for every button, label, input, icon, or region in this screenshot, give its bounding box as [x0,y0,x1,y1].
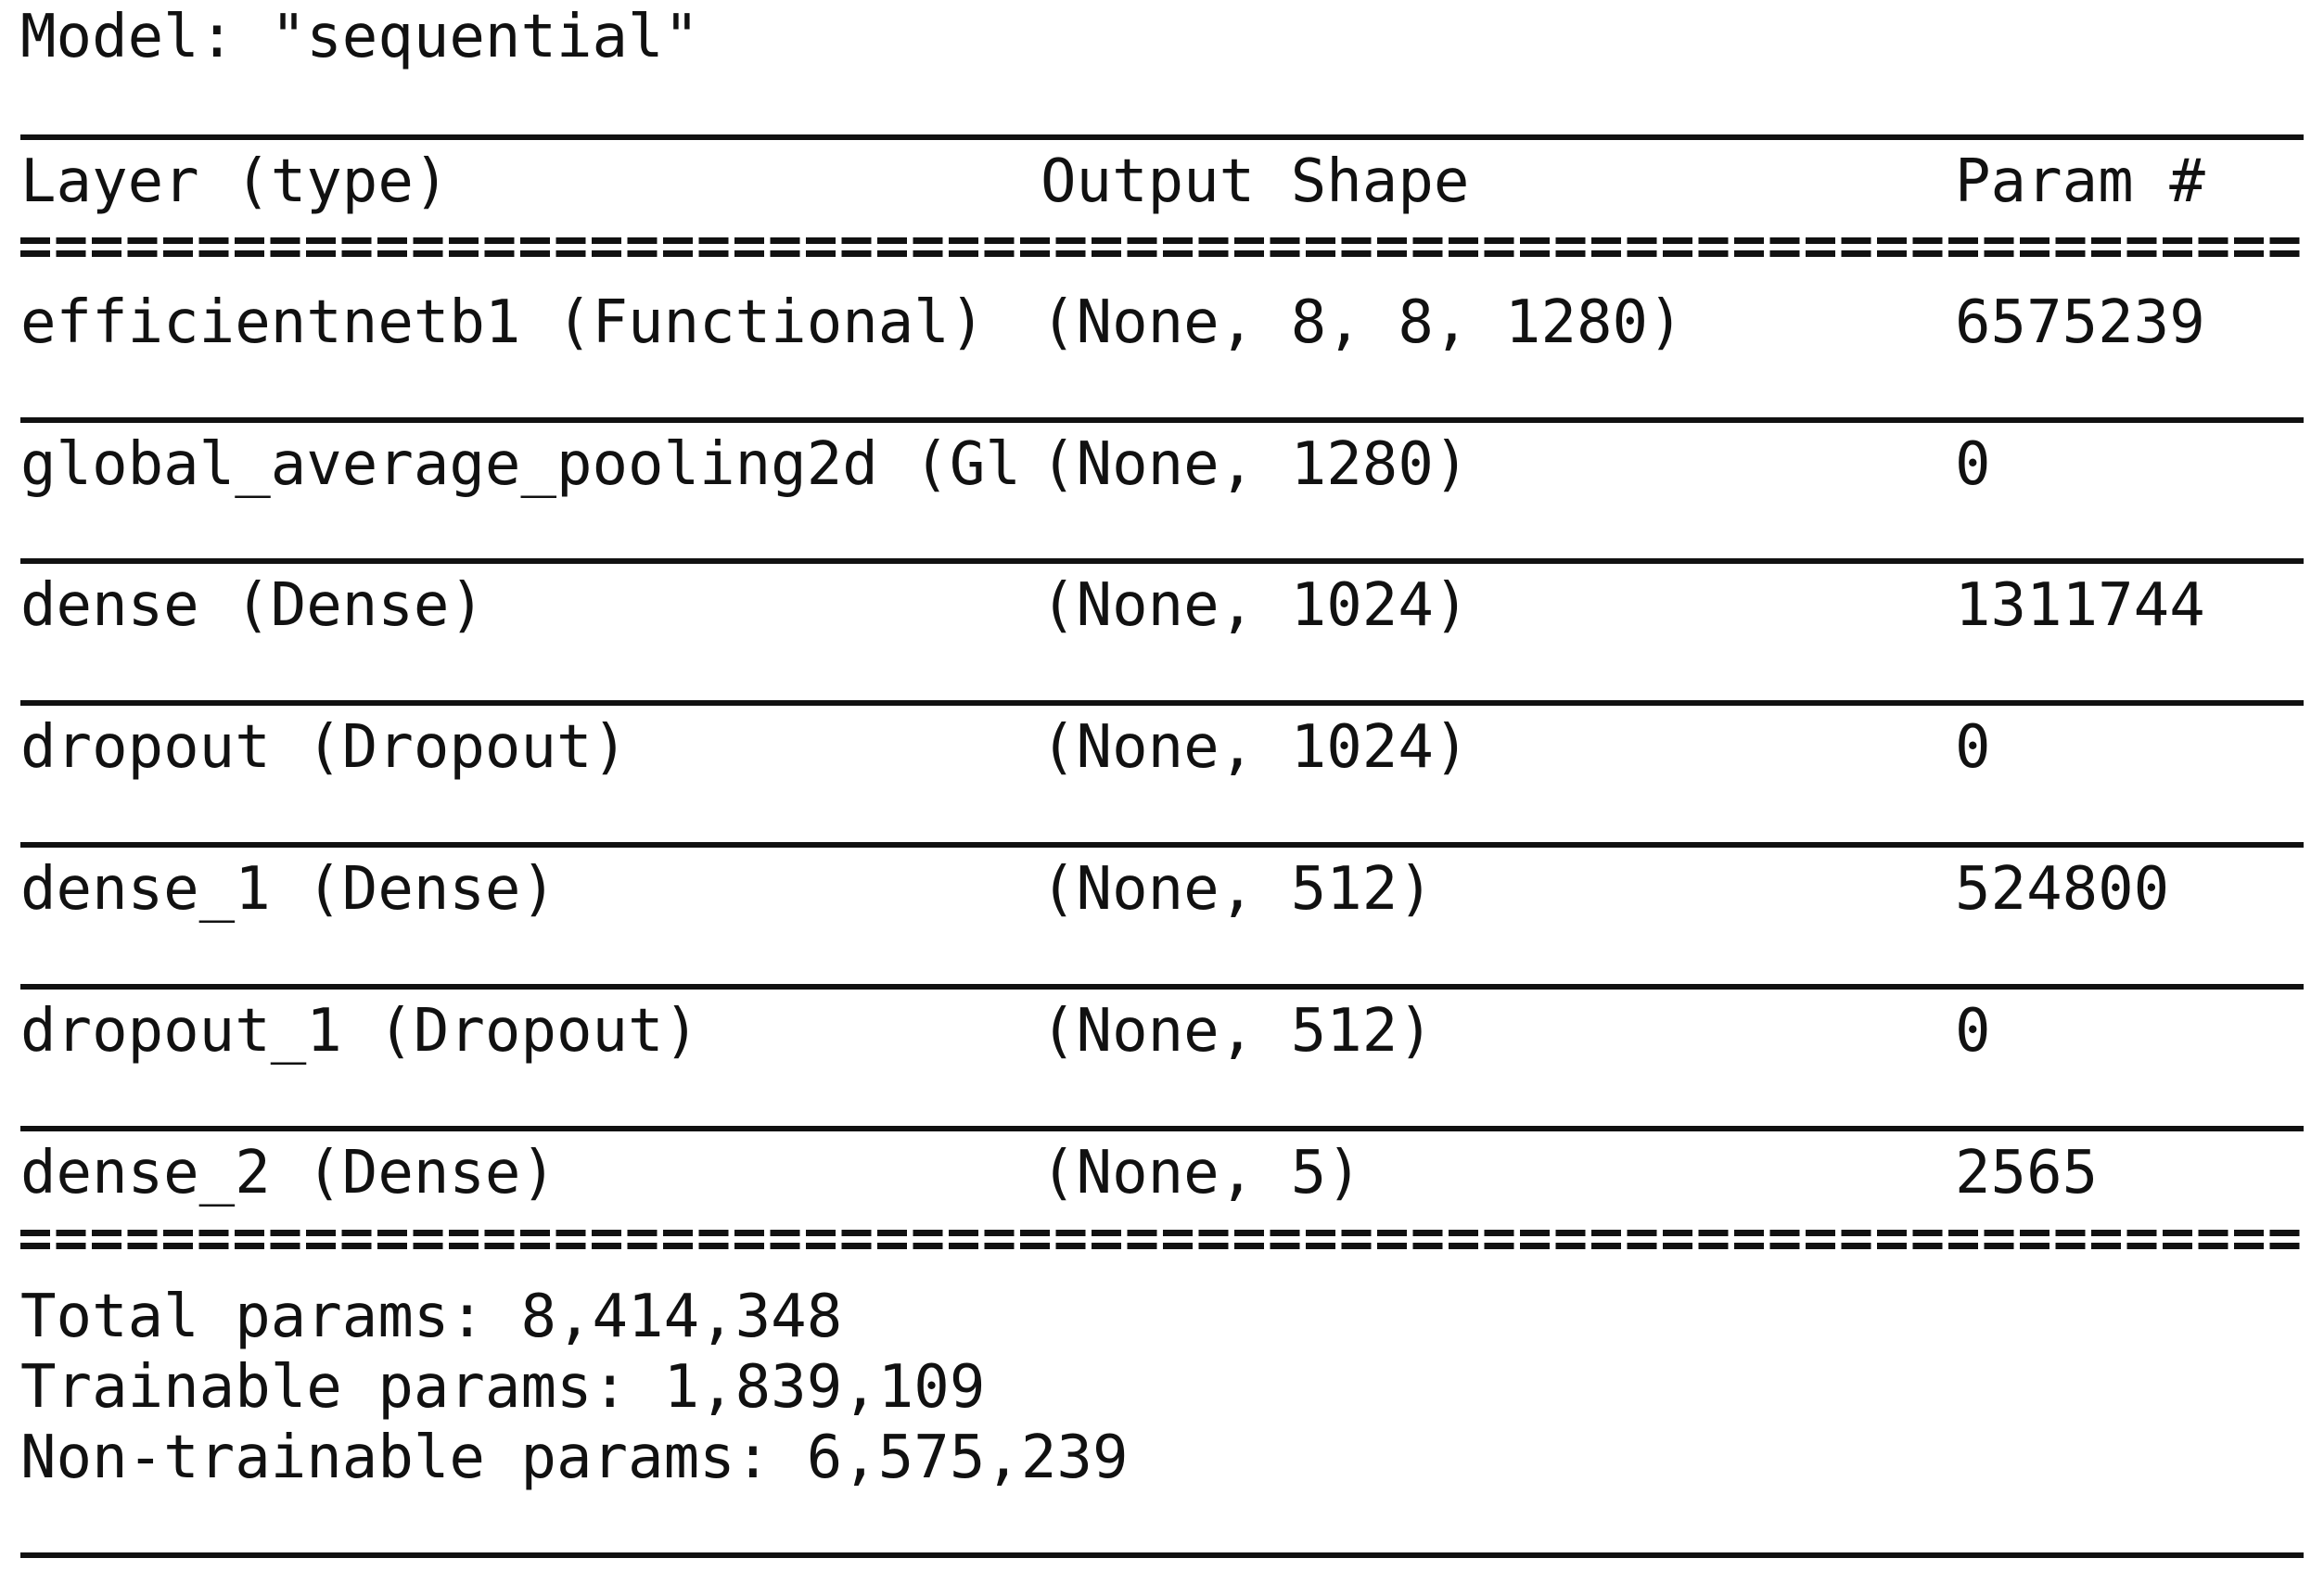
table-row-output-shape: (None, 512) [1041,855,1434,924]
header-double-rule [20,237,2304,263]
table-row-layer: dropout_1 (Dropout) [20,997,700,1066]
table-row-output-shape: (None, 512) [1041,997,1434,1066]
row-divider [20,1126,2304,1131]
table-row-output-shape: (None, 5) [1041,1139,1362,1207]
table-row-params: 2565 [1955,1139,2099,1207]
table-row-params: 0 [1955,713,1991,782]
table-row-layer: dense_2 (Dense) [20,1139,556,1207]
table-row-output-shape: (None, 8, 8, 1280) [1041,288,1684,357]
model-title: Model: "sequential" [20,3,700,71]
header-params: Param # [1955,147,2205,216]
table-row-params: 6575239 [1955,288,2205,357]
table-row-params: 0 [1955,997,1991,1066]
header-layer: Layer (type) [20,147,450,216]
total-params: Total params: 8,414,348 [20,1283,843,1351]
row-divider [20,984,2304,990]
top-rule [20,134,2304,140]
table-row-output-shape: (None, 1280) [1041,430,1470,499]
table-row-layer: dropout (Dropout) [20,713,629,782]
table-row-output-shape: (None, 1024) [1041,571,1470,640]
table-row-layer: global_average_pooling2d (Gl [20,430,1021,499]
table-row-layer: dense (Dense) [20,571,485,640]
non-trainable-params: Non-trainable params: 6,575,239 [20,1424,1129,1492]
table-row-params: 524800 [1955,855,2170,924]
table-row-params: 1311744 [1955,571,2205,640]
table-row-layer: efficientnetb1 (Functional) [20,288,986,357]
table-row-params: 0 [1955,430,1991,499]
table-row-layer: dense_1 (Dense) [20,855,556,924]
row-divider [20,558,2304,564]
bottom-rule [20,1552,2304,1558]
row-divider [20,700,2304,706]
row-divider [20,842,2304,848]
header-output-shape: Output Shape [1041,147,1470,216]
table-row-output-shape: (None, 1024) [1041,713,1470,782]
row-divider [20,417,2304,423]
trainable-params: Trainable params: 1,839,109 [20,1353,986,1422]
footer-double-rule [20,1230,2304,1256]
